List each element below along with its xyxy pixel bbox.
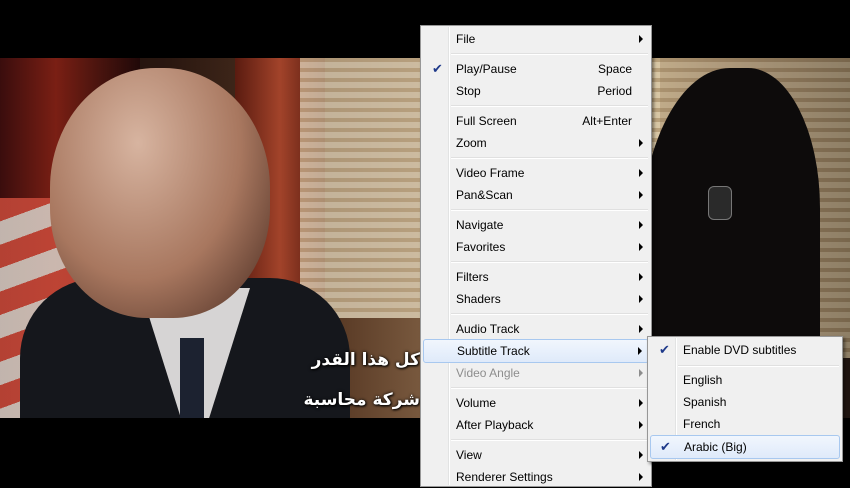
submenu-item-french[interactable]: French xyxy=(650,413,840,435)
submenu-item-label: Enable DVD subtitles xyxy=(683,343,797,357)
submenu-item-label: Arabic (Big) xyxy=(684,440,747,454)
submenu-arrow-icon xyxy=(639,169,643,177)
submenu-item-label: English xyxy=(683,373,723,387)
submenu-arrow-icon xyxy=(639,191,643,199)
separator xyxy=(451,53,648,55)
menu-item-label: Zoom xyxy=(456,136,487,150)
separator xyxy=(451,387,648,389)
separator xyxy=(451,313,648,315)
menu-item-label: Video Angle xyxy=(456,366,520,380)
menu-item-shaders[interactable]: Shaders xyxy=(423,288,649,310)
menu-item-label: Shaders xyxy=(456,292,501,306)
menu-item-view[interactable]: View xyxy=(423,444,649,466)
man-head xyxy=(50,68,270,318)
menu-item-accelerator: Space xyxy=(597,62,632,76)
submenu-arrow-icon xyxy=(639,473,643,481)
menu-item-label: View xyxy=(456,448,482,462)
submenu-arrow-icon xyxy=(639,139,643,147)
menu-item-label: Video Frame xyxy=(456,166,525,180)
submenu-arrow-icon xyxy=(639,451,643,459)
separator xyxy=(678,365,839,367)
menu-item-label: Stop xyxy=(456,84,481,98)
subtitle-line-2: شركة محاسبة xyxy=(303,390,420,410)
menu-item-navigate[interactable]: Navigate xyxy=(423,214,649,236)
menu-item-subtitle-track[interactable]: Subtitle Track xyxy=(423,339,649,363)
separator xyxy=(451,261,648,263)
subtitle-line-1: كل هذا القدر xyxy=(311,350,420,370)
menu-item-label: After Playback xyxy=(456,418,534,432)
menu-item-label: Pan&Scan xyxy=(456,188,513,202)
context-menu: File ✔ Play/Pause Space Stop Period Full… xyxy=(420,25,652,487)
submenu-arrow-icon xyxy=(639,273,643,281)
separator xyxy=(451,209,648,211)
subtitle-track-submenu: ✔ Enable DVD subtitles English Spanish F… xyxy=(647,336,843,462)
menu-item-label: File xyxy=(456,32,476,46)
menu-item-audio-track[interactable]: Audio Track xyxy=(423,318,649,340)
submenu-arrow-icon xyxy=(639,221,643,229)
menu-item-accelerator: Period xyxy=(597,84,632,98)
menu-item-play-pause[interactable]: ✔ Play/Pause Space xyxy=(423,58,649,80)
checkmark-icon: ✔ xyxy=(659,342,670,357)
menu-item-label: Subtitle Track xyxy=(457,344,530,358)
menu-item-label: Play/Pause xyxy=(456,62,517,76)
menu-item-after-playback[interactable]: After Playback xyxy=(423,414,649,436)
submenu-arrow-icon xyxy=(638,347,642,355)
separator xyxy=(451,105,648,107)
menu-item-full-screen[interactable]: Full Screen Alt+Enter xyxy=(423,110,649,132)
submenu-arrow-icon xyxy=(639,295,643,303)
menu-item-pan-scan[interactable]: Pan&Scan xyxy=(423,184,649,206)
menu-item-label: Volume xyxy=(456,396,497,410)
menu-item-file[interactable]: File xyxy=(423,28,649,50)
man-tie xyxy=(180,338,204,418)
submenu-item-enable-dvd-subtitles[interactable]: ✔ Enable DVD subtitles xyxy=(650,339,840,361)
submenu-arrow-icon xyxy=(639,421,643,429)
submenu-item-label: French xyxy=(683,417,721,431)
menu-item-video-frame[interactable]: Video Frame xyxy=(423,162,649,184)
submenu-arrow-icon xyxy=(639,325,643,333)
menu-item-volume[interactable]: Volume xyxy=(423,392,649,414)
menu-item-label: Audio Track xyxy=(456,322,520,336)
submenu-arrow-icon xyxy=(639,35,643,43)
menu-item-label: Full Screen xyxy=(456,114,517,128)
menu-item-label: Navigate xyxy=(456,218,504,232)
menu-item-video-angle: Video Angle xyxy=(423,362,649,384)
submenu-item-arabic-big[interactable]: ✔ Arabic (Big) xyxy=(650,435,840,459)
checkmark-icon: ✔ xyxy=(660,439,671,454)
separator xyxy=(451,157,648,159)
submenu-arrow-icon xyxy=(639,369,643,377)
menu-item-label: Favorites xyxy=(456,240,506,254)
menu-item-label: Renderer Settings xyxy=(456,470,553,484)
menu-item-favorites[interactable]: Favorites xyxy=(423,236,649,258)
submenu-item-english[interactable]: English xyxy=(650,369,840,391)
submenu-arrow-icon xyxy=(639,243,643,251)
hair-clip xyxy=(708,186,732,220)
checkmark-icon: ✔ xyxy=(432,61,443,76)
submenu-arrow-icon xyxy=(639,399,643,407)
menu-item-renderer-settings[interactable]: Renderer Settings xyxy=(423,466,649,488)
submenu-item-label: Spanish xyxy=(683,395,727,409)
menu-item-accelerator: Alt+Enter xyxy=(582,114,632,128)
submenu-item-spanish[interactable]: Spanish xyxy=(650,391,840,413)
menu-item-stop[interactable]: Stop Period xyxy=(423,80,649,102)
separator xyxy=(451,439,648,441)
menu-item-filters[interactable]: Filters xyxy=(423,266,649,288)
menu-item-zoom[interactable]: Zoom xyxy=(423,132,649,154)
menu-item-label: Filters xyxy=(456,270,489,284)
